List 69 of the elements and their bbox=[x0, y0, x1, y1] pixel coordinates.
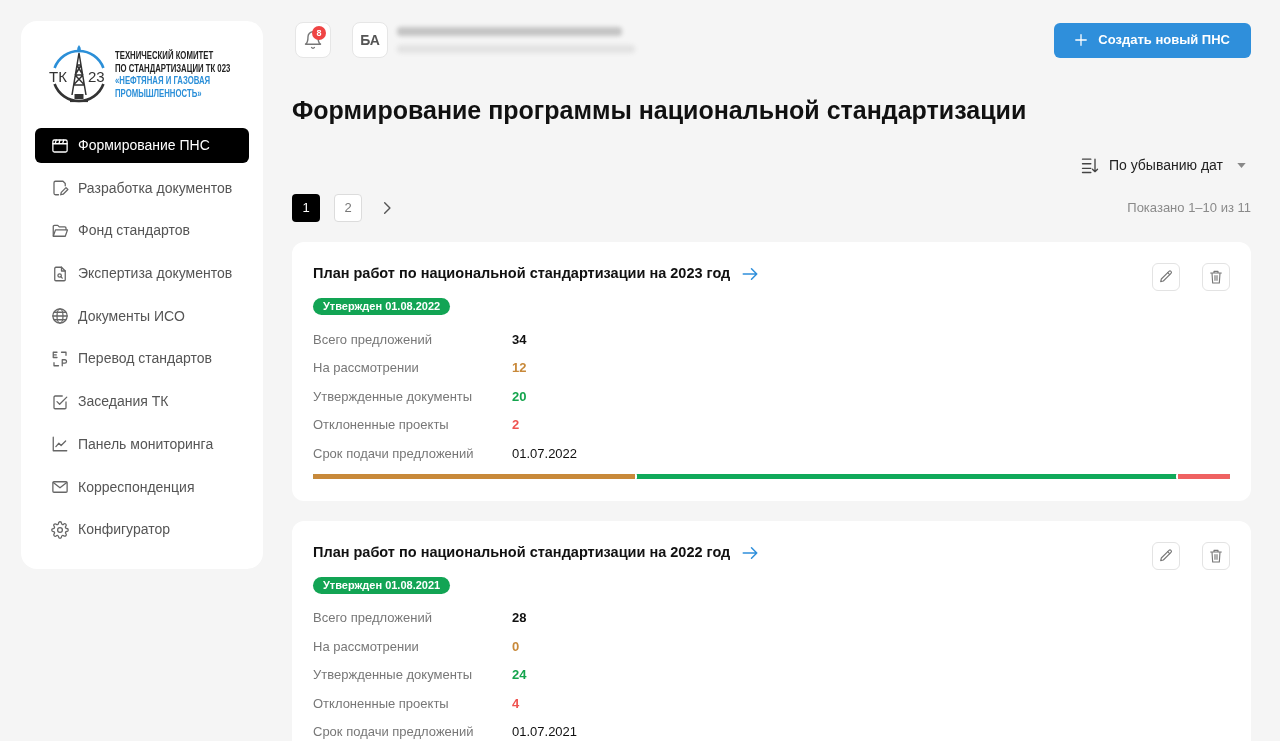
translate-icon bbox=[51, 349, 69, 368]
nav-item[interactable]: Документы ИСО bbox=[35, 298, 249, 334]
stat-value: 20 bbox=[512, 388, 527, 404]
nav-item[interactable]: Экспертиза документов bbox=[35, 256, 249, 292]
arrow-right-icon[interactable] bbox=[741, 265, 760, 283]
check-square-icon bbox=[51, 392, 69, 411]
logo-text: ПО СТАНДАРТИЗАЦИИ ТК 023 bbox=[115, 61, 231, 74]
stat-label: На рассмотрении bbox=[313, 360, 420, 376]
pencil-icon bbox=[1158, 269, 1174, 285]
logo-text: ТК bbox=[49, 68, 67, 85]
edit-button[interactable] bbox=[1152, 263, 1180, 291]
stat-label: Отклоненные проекты bbox=[313, 695, 450, 711]
stat-label: Отклоненные проекты bbox=[313, 417, 450, 433]
edit-button[interactable] bbox=[1152, 541, 1180, 570]
document-edit-icon bbox=[51, 179, 69, 198]
nav-item[interactable]: Формирование ПНС bbox=[35, 128, 249, 163]
notifications-button[interactable]: 8 bbox=[295, 22, 331, 58]
stat-value: 28 bbox=[512, 610, 527, 626]
logo-text: 23 bbox=[88, 68, 105, 85]
delete-button[interactable] bbox=[1202, 541, 1230, 570]
stat-label: Срок подачи предложений bbox=[313, 724, 475, 740]
notification-count: 8 bbox=[312, 26, 326, 40]
nav-item[interactable]: Заседания ТК bbox=[35, 384, 249, 420]
stat-label: На рассмотрении bbox=[313, 638, 420, 654]
pencil-icon bbox=[1158, 547, 1174, 564]
stat-value: 24 bbox=[512, 667, 527, 683]
line-chart-icon bbox=[51, 435, 69, 454]
avatar-button[interactable]: БА bbox=[352, 22, 388, 58]
sort-dropdown[interactable]: По убыванию дат bbox=[1079, 153, 1246, 177]
stat-label: Утвержденные документы bbox=[313, 667, 474, 683]
page-button[interactable]: 2 bbox=[334, 194, 362, 222]
stat-value: 34 bbox=[512, 331, 527, 347]
stat-value: 4 bbox=[512, 695, 520, 711]
stat-value: 01.07.2022 bbox=[512, 445, 578, 461]
pagination-summary: Показано 1–10 из 11 bbox=[1127, 199, 1251, 218]
status-badge: Утвержден 01.08.2022 bbox=[313, 298, 451, 315]
stat-label: Всего предложений bbox=[313, 610, 433, 626]
page-button[interactable]: 1 bbox=[292, 194, 320, 222]
nav-item[interactable]: Панель мониторинга bbox=[35, 426, 249, 462]
trash-icon bbox=[1208, 269, 1224, 285]
clapperboard-icon bbox=[51, 136, 69, 155]
stat-value: 2 bbox=[512, 417, 520, 433]
logo-text: ПРОМЫШЛЕННОСТЬ» bbox=[115, 86, 203, 99]
logo-text: ТЕХНИЧЕСКИЙ КОМИТЕТ bbox=[115, 49, 215, 62]
plan-title: План работ по национальной стандартизации на 2023 год bbox=[313, 264, 731, 284]
caret-icon bbox=[1237, 162, 1246, 168]
nav-item[interactable]: Фонд стандартов bbox=[35, 213, 249, 249]
mail-icon bbox=[51, 478, 69, 496]
stat-value: 12 bbox=[512, 360, 527, 376]
nav-item[interactable]: Конфигуратор bbox=[35, 512, 249, 548]
stat-label: Утвержденные документы bbox=[313, 388, 474, 404]
globe-icon bbox=[51, 307, 69, 326]
nav-item[interactable]: Разработка документов bbox=[35, 170, 249, 206]
document-search-icon bbox=[51, 264, 69, 283]
nav-item[interactable]: Корреспонденция bbox=[35, 469, 249, 505]
logo-text: «НЕФТЯНАЯ И ГАЗОВАЯ bbox=[115, 74, 212, 87]
trash-icon bbox=[1208, 547, 1224, 564]
stat-value: 01.07.2021 bbox=[512, 724, 578, 740]
page-title: Формирование программы национальной стандартизации bbox=[292, 95, 1027, 126]
plus-icon bbox=[1074, 33, 1089, 47]
bell-icon bbox=[303, 30, 323, 50]
delete-button[interactable] bbox=[1202, 263, 1230, 291]
plan-title: План работ по национальной стандартизации на 2022 год bbox=[313, 542, 731, 562]
status-badge: Утвержден 01.08.2021 bbox=[313, 576, 451, 594]
settings-icon bbox=[51, 520, 69, 539]
stat-label: Срок подачи предложений bbox=[313, 445, 475, 461]
nav-item[interactable]: Перевод стандартов bbox=[35, 341, 249, 377]
stat-label: Всего предложений bbox=[313, 331, 433, 347]
stat-value: 0 bbox=[512, 638, 520, 654]
